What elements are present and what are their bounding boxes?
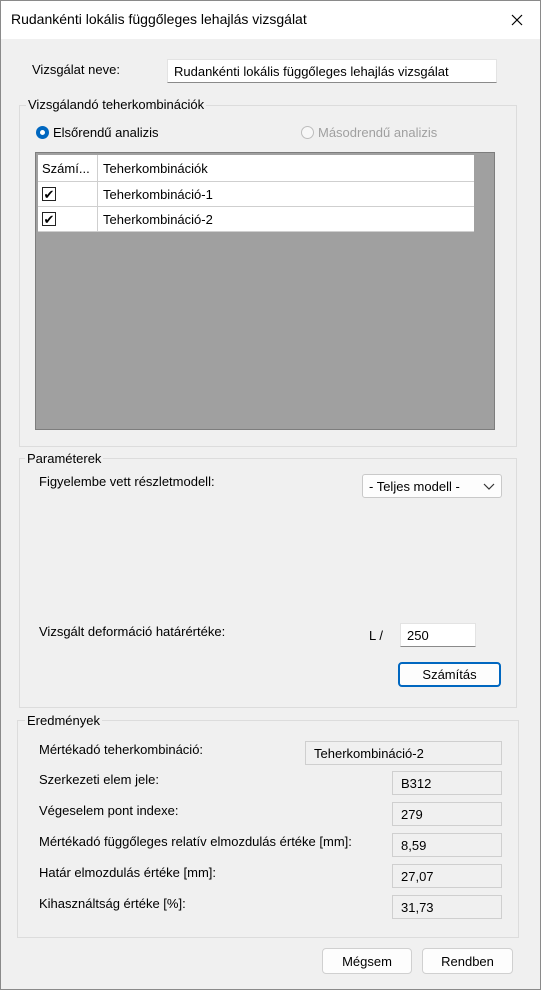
result-label: Végeselem pont indexe: <box>39 803 179 818</box>
load-combinations-grid[interactable]: Számí... Teherkombinációk ✔ Teherkombiná… <box>35 152 495 430</box>
column-header-compute[interactable]: Számí... <box>38 155 98 181</box>
close-button[interactable] <box>494 1 540 39</box>
model-select-value: - Teljes modell - <box>369 478 460 494</box>
dialog-window: Rudankénti lokális függőleges lehajlás v… <box>0 0 541 990</box>
result-label: Mértékadó teherkombináció: <box>39 742 204 757</box>
radio-second-order[interactable]: Másodrendű analizis <box>301 125 437 140</box>
window-title: Rudankénti lokális függőleges lehajlás v… <box>11 11 307 27</box>
model-label: Figyelembe vett részletmodell: <box>39 474 215 489</box>
results-group-label: Eredmények <box>25 713 102 728</box>
result-value: 8,59 <box>392 833 502 857</box>
result-label: Kihasználtság értéke [%]: <box>39 896 186 911</box>
table-row[interactable]: ✔ Teherkombináció-2 <box>38 207 474 232</box>
radio-second-order-label: Másodrendű analizis <box>318 125 438 140</box>
table-row[interactable]: ✔ Teherkombináció-1 <box>38 182 474 207</box>
result-label: Szerkezeti elem jele: <box>39 772 159 787</box>
deformation-label: Vizsgált deformáció határértéke: <box>39 624 226 639</box>
calculate-button-label: Számítás <box>422 667 477 682</box>
row-checkbox[interactable]: ✔ <box>42 187 56 201</box>
result-value: 27,07 <box>392 864 502 888</box>
l-prefix-label: L / <box>369 628 383 643</box>
close-icon <box>511 14 523 26</box>
parameters-group-label: Paraméterek <box>25 451 104 466</box>
test-name-input[interactable]: Rudankénti lokális függőleges lehajlás v… <box>167 59 497 83</box>
load-combinations-group-label: Vizsgálandó teherkombinációk <box>26 97 207 112</box>
row-check-cell: ✔ <box>38 207 98 231</box>
cancel-button[interactable]: Mégsem <box>322 948 412 974</box>
ok-button-label: Rendben <box>441 953 494 969</box>
radio-first-order-label: Elsőrendű analizis <box>53 125 159 140</box>
grid-header: Számí... Teherkombinációk <box>38 155 474 182</box>
radio-unselected-icon <box>301 126 314 139</box>
deformation-limit-input[interactable]: 250 <box>400 623 476 647</box>
row-name: Teherkombináció-1 <box>103 186 213 202</box>
result-value: 31,73 <box>392 895 502 919</box>
model-select[interactable]: - Teljes modell - <box>362 474 502 498</box>
result-value: Teherkombináció-2 <box>305 741 502 765</box>
row-name: Teherkombináció-2 <box>103 211 213 227</box>
result-label: Határ elmozdulás értéke [mm]: <box>39 865 217 880</box>
radio-first-order[interactable]: Elsőrendű analizis <box>36 125 159 140</box>
result-value: B312 <box>392 771 502 795</box>
radio-selected-icon <box>36 126 49 139</box>
cancel-button-label: Mégsem <box>342 953 392 969</box>
chevron-down-icon <box>483 483 495 490</box>
row-checkbox[interactable]: ✔ <box>42 212 56 226</box>
result-label: Mértékadó függőleges relatív elmozdulás … <box>39 834 352 849</box>
test-name-label: Vizsgálat neve: <box>32 62 120 77</box>
column-header-combinations[interactable]: Teherkombinációk <box>98 155 474 181</box>
row-check-cell: ✔ <box>38 182 98 206</box>
calculate-button[interactable]: Számítás <box>398 662 501 687</box>
title-bar: Rudankénti lokális függőleges lehajlás v… <box>1 1 540 39</box>
ok-button[interactable]: Rendben <box>422 948 513 974</box>
result-value: 279 <box>392 802 502 826</box>
